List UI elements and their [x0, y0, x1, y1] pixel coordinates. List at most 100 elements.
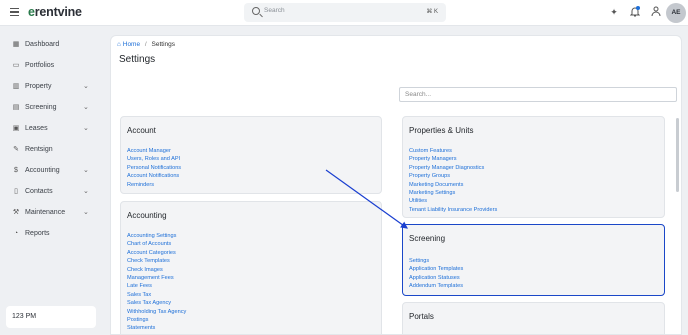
- account-card: Account Account Manager Users, Roles and …: [120, 116, 382, 194]
- card-title: Accounting: [127, 211, 167, 220]
- sidebar-item-label: Reports: [25, 230, 50, 237]
- chevron-down-icon: ⌄: [83, 104, 89, 111]
- sidebar-item-leases[interactable]: ▣ Leases ⌄: [12, 124, 92, 136]
- book-icon: ▯: [14, 188, 18, 195]
- folder-icon: ▭: [12, 62, 20, 69]
- sidebar-item-label: Rentsign: [25, 146, 53, 153]
- sidebar-item-label: Contacts: [25, 188, 53, 195]
- chevron-down-icon: ⌄: [83, 209, 89, 216]
- settings-link[interactable]: Withholding Tax Agency: [127, 308, 186, 316]
- top-bar: erentvine Search ⌘ K ✦ AE: [0, 0, 688, 26]
- search-shortcut: ⌘ K: [426, 9, 438, 15]
- sidebar-item-label: Property: [25, 83, 52, 90]
- search-placeholder: Search...: [405, 91, 432, 98]
- notification-badge: [636, 6, 640, 10]
- sidebar-item-portfolios[interactable]: ▭ Portfolios: [12, 61, 92, 73]
- settings-link[interactable]: Reminders: [127, 181, 181, 189]
- settings-link[interactable]: Property Manager Diagnostics: [409, 164, 497, 172]
- settings-link[interactable]: Accounting Settings: [127, 232, 186, 240]
- menu-icon[interactable]: [10, 8, 19, 17]
- screening-card[interactable]: Screening Settings Application Templates A…: [402, 224, 665, 296]
- sidebar-item-label: Leases: [25, 125, 48, 132]
- chevron-down-icon: ⌄: [83, 83, 89, 90]
- chevron-down-icon: ⌄: [83, 167, 89, 174]
- settings-link[interactable]: Check Templates: [127, 257, 186, 265]
- properties-units-card: Properties & Units Custom Features Proper…: [402, 116, 665, 218]
- sidebar-item-screening[interactable]: ▤ Screening ⌄: [12, 103, 92, 115]
- settings-link[interactable]: Application Statuses: [409, 274, 463, 282]
- settings-link[interactable]: Utilities: [409, 197, 497, 205]
- building-icon: ▥: [12, 83, 20, 90]
- signature-icon: ✎: [13, 146, 19, 153]
- search-icon: [252, 7, 260, 15]
- chevron-down-icon: ⌄: [83, 188, 89, 195]
- search-placeholder: Search: [264, 7, 285, 14]
- settings-search-input[interactable]: Search...: [399, 87, 677, 102]
- sidebar-item-label: Accounting: [25, 167, 60, 174]
- card-title: Screening: [409, 234, 446, 243]
- page-title: Settings: [119, 54, 156, 65]
- sidebar-item-label: Screening: [25, 104, 57, 111]
- settings-link[interactable]: Marketing Documents: [409, 181, 497, 189]
- sidebar: ▦ Dashboard ▭ Portfolios ▥ Property ⌄ ▤ …: [0, 26, 102, 335]
- card-title: Properties & Units: [409, 126, 474, 135]
- wrench-icon: ⚒: [12, 209, 20, 216]
- settings-link[interactable]: Sales Tax: [127, 291, 186, 299]
- card-links: Settings Application Templates Application…: [409, 257, 463, 291]
- settings-link[interactable]: Check Images: [127, 266, 186, 274]
- settings-link[interactable]: Postings: [127, 316, 186, 324]
- accounting-card: Accounting Accounting Settings Chart of A…: [120, 201, 382, 334]
- settings-link[interactable]: Property Groups: [409, 172, 497, 180]
- chevron-down-icon: ⌄: [83, 125, 89, 132]
- settings-link[interactable]: Chart of Accounts: [127, 240, 186, 248]
- settings-link[interactable]: Tenant Liability Insurance Providers: [409, 206, 497, 214]
- sidebar-item-maintenance[interactable]: ⚒ Maintenance ⌄: [12, 208, 92, 220]
- grid-icon: ▦: [12, 41, 20, 48]
- settings-link[interactable]: Sales Tax Agency: [127, 299, 186, 307]
- settings-link[interactable]: Property Managers: [409, 155, 497, 163]
- breadcrumb: ⌂ Home / Settings: [117, 41, 175, 48]
- settings-panel: ⌂ Home / Settings Settings Search... Acc…: [110, 35, 682, 335]
- sidebar-item-reports[interactable]: ◔ Reports: [12, 229, 92, 241]
- settings-link[interactable]: Statements: [127, 324, 186, 332]
- settings-link[interactable]: Account Notifications: [127, 172, 181, 180]
- card-links: Accounting Settings Chart of Accounts Acco…: [127, 232, 186, 333]
- settings-link[interactable]: Addendum Templates: [409, 282, 463, 290]
- settings-link[interactable]: Late Fees: [127, 282, 186, 290]
- chart-icon: ◔: [13, 230, 19, 237]
- clock-widget: 123 PM: [6, 306, 96, 328]
- card-links: Account Manager Users, Roles and API Perso…: [127, 147, 181, 189]
- portals-card: Portals: [402, 302, 665, 334]
- person-icon[interactable]: [650, 6, 662, 18]
- breadcrumb-separator: /: [144, 41, 147, 48]
- clipboard-icon: ▣: [12, 125, 20, 132]
- sidebar-item-accounting[interactable]: $ Accounting ⌄: [12, 166, 92, 178]
- avatar[interactable]: AE: [666, 3, 686, 23]
- card-title: Portals: [409, 312, 434, 321]
- logo[interactable]: erentvine: [28, 5, 82, 19]
- settings-link[interactable]: Personal Notifications: [127, 164, 181, 172]
- settings-link[interactable]: Users, Roles and API: [127, 155, 181, 163]
- breadcrumb-current: Settings: [151, 41, 176, 48]
- settings-link[interactable]: Account Manager: [127, 147, 181, 155]
- sidebar-item-dashboard[interactable]: ▦ Dashboard: [12, 40, 92, 52]
- sidebar-item-property[interactable]: ▥ Property ⌄: [12, 82, 92, 94]
- settings-link[interactable]: Account Categories: [127, 249, 186, 257]
- breadcrumb-home-link[interactable]: ⌂ Home: [117, 41, 140, 48]
- global-search-input[interactable]: Search ⌘ K: [244, 3, 446, 22]
- sidebar-item-rentsign[interactable]: ✎ Rentsign: [12, 145, 92, 157]
- settings-link[interactable]: Management Fees: [127, 274, 186, 282]
- sidebar-item-label: Portfolios: [25, 62, 55, 69]
- settings-link[interactable]: Application Templates: [409, 265, 463, 273]
- home-icon: ⌂: [117, 41, 121, 48]
- scrollbar[interactable]: [676, 118, 679, 192]
- card-title: Account: [127, 126, 156, 135]
- settings-link[interactable]: Custom Features: [409, 147, 497, 155]
- sidebar-item-contacts[interactable]: ▯ Contacts ⌄: [12, 187, 92, 199]
- settings-link[interactable]: Marketing Settings: [409, 189, 497, 197]
- card-links: Custom Features Property Managers Property…: [409, 147, 497, 214]
- dollar-icon: $: [14, 167, 18, 174]
- document-icon: ▤: [12, 104, 20, 111]
- settings-link[interactable]: Settings: [409, 257, 463, 265]
- sparkle-icon[interactable]: ✦: [608, 6, 620, 18]
